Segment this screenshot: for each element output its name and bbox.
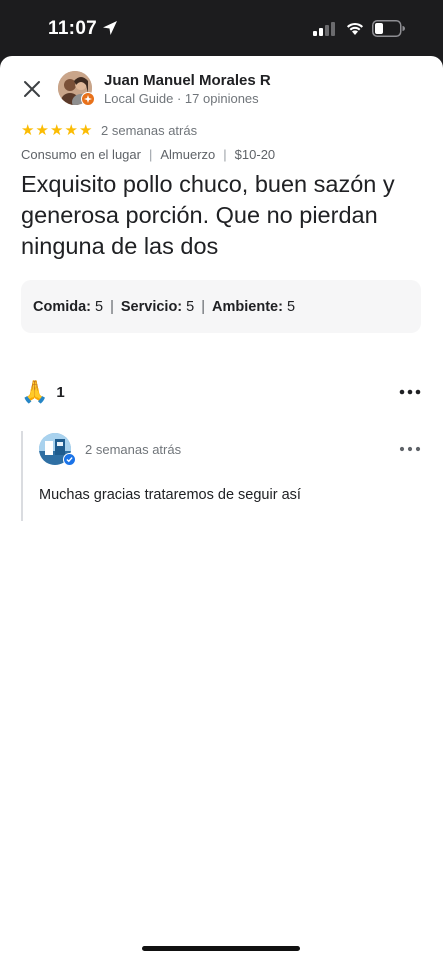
star-icon: ★ (50, 122, 64, 139)
attribute-meal: Almuerzo (160, 147, 216, 162)
rating-value-food: 5 (95, 298, 104, 315)
author-name[interactable]: Juan Manuel Morales R (104, 72, 271, 89)
review-text: Exquisito pollo chuco, buen sazón y gene… (21, 171, 395, 259)
reply-text: Muchas gracias trataremos de seguir así (39, 487, 301, 503)
rating-value-atmosphere: 5 (286, 298, 296, 315)
attribute-service: Consumo en el lugar (21, 147, 141, 162)
review-sheet: Juan Manuel Morales R Local Guide · 17 o… (0, 56, 443, 960)
star-rating: ★ ★ ★ ★ ★ (21, 123, 94, 138)
author-meta: Local Guide · 17 opiniones (104, 91, 259, 106)
divider: | (148, 147, 153, 162)
review-date: 2 semanas atrás (101, 123, 198, 138)
star-icon: ★ (21, 122, 35, 139)
pray-icon: 🙏 (21, 379, 49, 404)
rating-label-food: Comida: (33, 298, 91, 315)
close-button[interactable] (20, 77, 44, 101)
divider: | (201, 298, 206, 315)
status-bar: 11:07 (0, 0, 443, 56)
owner-avatar[interactable] (39, 433, 76, 469)
review-attributes: Consumo en el lugar | Almuerzo | $10-20 (21, 147, 275, 162)
signal-icon (313, 22, 335, 36)
divider: | (110, 298, 114, 315)
reply-date: 2 semanas atrás (85, 442, 182, 457)
divider: | (223, 147, 227, 162)
author-avatar[interactable] (58, 71, 95, 107)
status-time: 11:07 (48, 18, 98, 39)
close-icon (24, 81, 40, 97)
reaction-button[interactable]: 🙏 1 (21, 380, 65, 404)
more-icon[interactable] (398, 443, 422, 455)
attribute-price: $10-20 (234, 147, 276, 162)
local-guide-icon (81, 92, 95, 106)
star-icon: ★ (64, 122, 78, 139)
reaction-count: 1 (56, 383, 65, 401)
location-arrow-icon (103, 21, 117, 35)
star-icon: ★ (35, 122, 49, 139)
star-icon: ★ (79, 122, 93, 139)
rating-value-service: 5 (186, 298, 195, 315)
more-icon[interactable] (398, 386, 422, 398)
home-indicator[interactable] (142, 946, 300, 951)
ratings-breakdown: Comida: 5 | Servicio: 5 | Ambiente: 5 (21, 280, 421, 333)
rating-label-atmosphere: Ambiente: (212, 298, 283, 315)
wifi-icon (347, 22, 363, 35)
rating-label-service: Servicio: (120, 298, 183, 315)
verified-icon (63, 453, 76, 466)
battery-icon (372, 20, 405, 37)
reply-divider (21, 431, 23, 521)
